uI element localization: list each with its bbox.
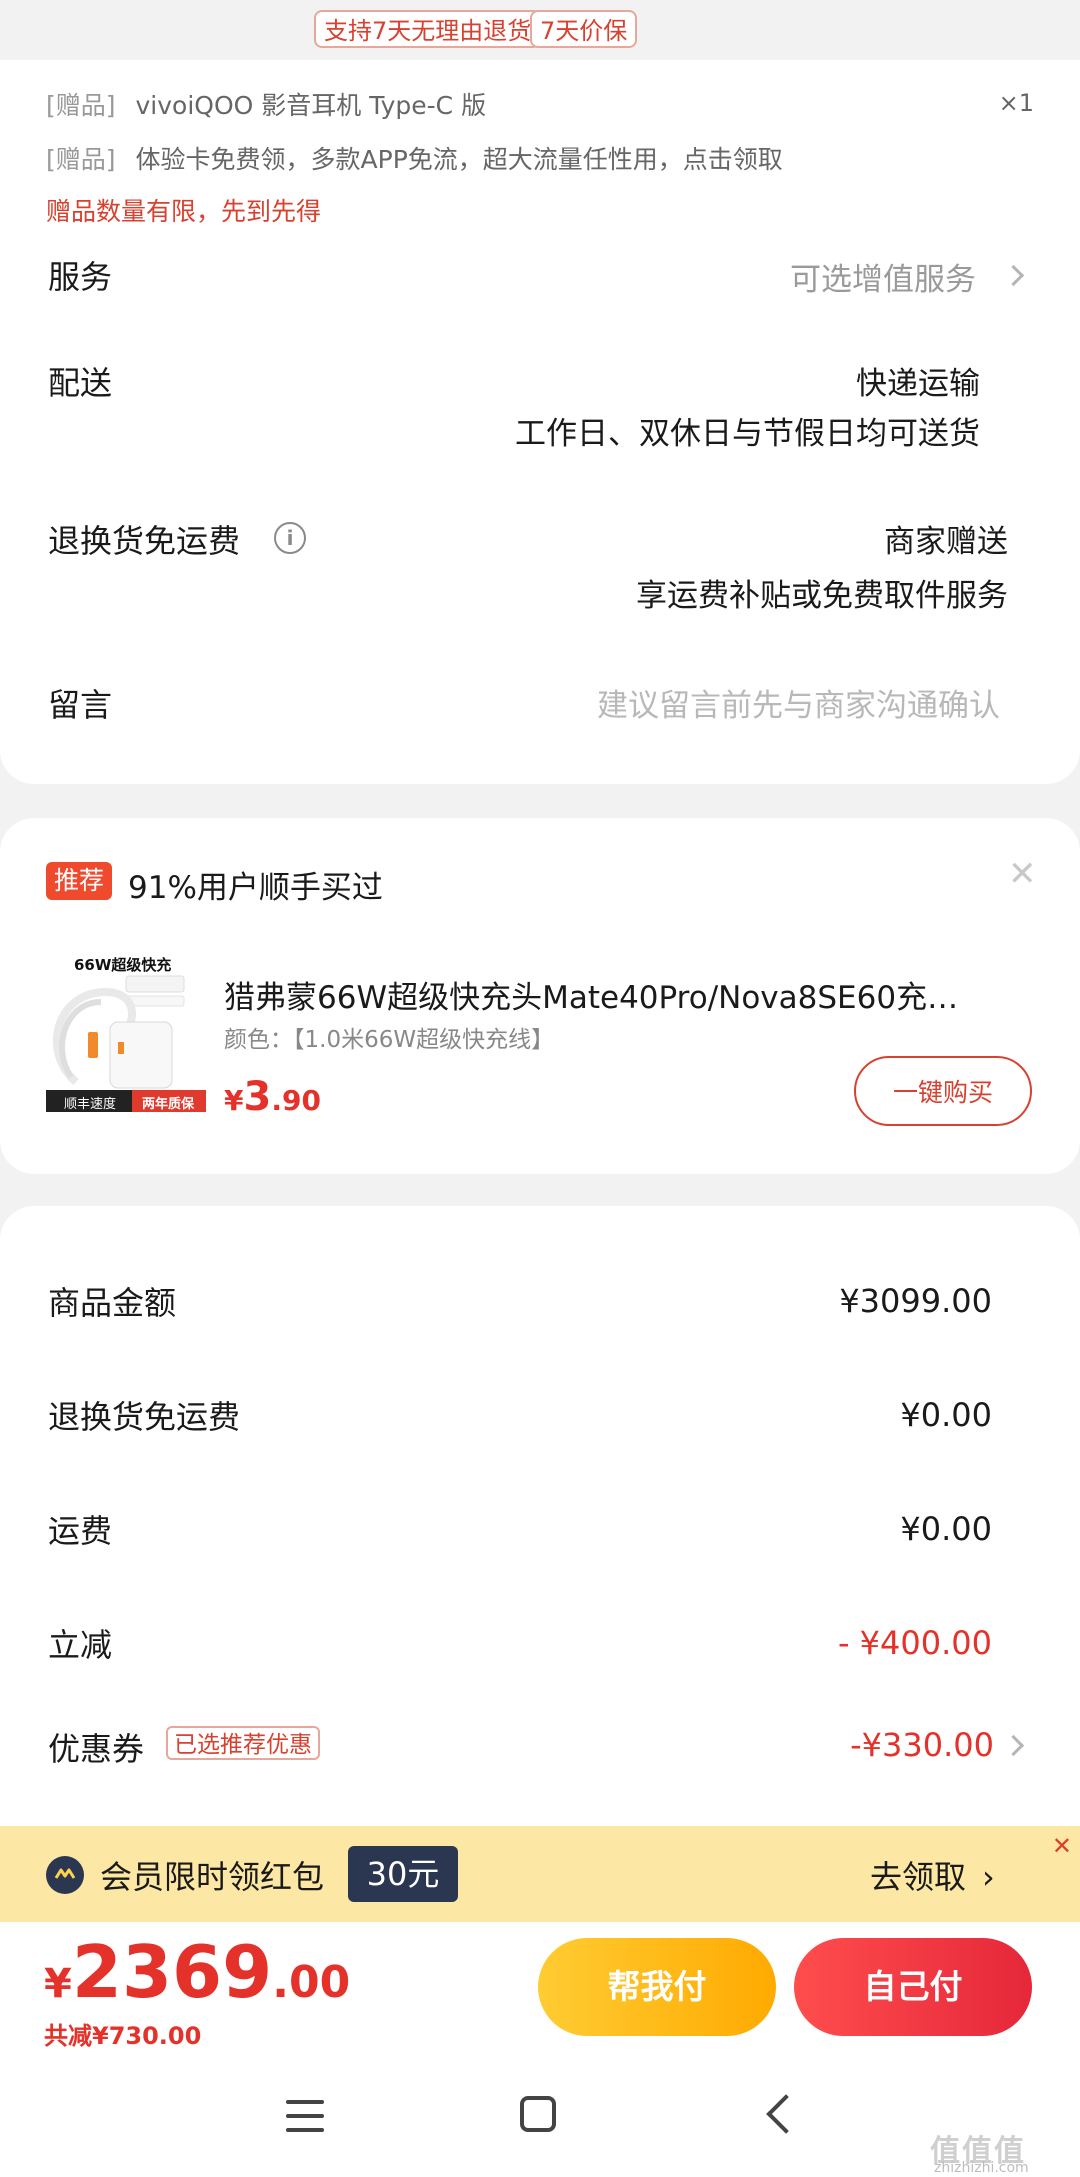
summary-label-discount: 立减 bbox=[48, 1626, 113, 1664]
summary-label-coupon: 优惠券 bbox=[48, 1730, 145, 1768]
charger-image bbox=[46, 975, 206, 1112]
close-icon[interactable]: ✕ bbox=[1052, 1832, 1072, 1860]
summary-label-return-fee: 退换货免运费 bbox=[48, 1398, 241, 1436]
gift-prefix: [赠品] bbox=[46, 145, 116, 174]
coupon-selected-tag: 已选推荐优惠 bbox=[166, 1726, 320, 1760]
summary-label-shipping: 运费 bbox=[48, 1512, 113, 1550]
member-amount-badge: 30元 bbox=[348, 1846, 458, 1902]
return-fee-label: 退换货免运费 bbox=[48, 522, 241, 560]
summary-value-goods: ¥3099.00 bbox=[839, 1282, 992, 1320]
return-fee-detail: 享运费补贴或免费取件服务 bbox=[636, 578, 1008, 614]
return-fee-provider: 商家赠送 bbox=[884, 524, 1008, 560]
member-promo-text: 会员限时领红包 bbox=[100, 1858, 325, 1896]
gift-prefix: [赠品] bbox=[46, 91, 116, 120]
gift-limited-note: 赠品数量有限，先到先得 bbox=[46, 197, 322, 226]
promo-tag-price-protect: 7天价保 bbox=[530, 10, 638, 48]
summary-label-goods: 商品金额 bbox=[48, 1284, 177, 1322]
summary-value-return-fee: ¥0.00 bbox=[900, 1396, 992, 1434]
delivery-label: 配送 bbox=[48, 364, 113, 402]
product-price: ¥3.90 bbox=[224, 1074, 321, 1120]
total-currency: ¥ bbox=[44, 1961, 72, 2007]
recommend-title: 91%用户顺手买过 bbox=[128, 870, 383, 906]
gift-item-earphone[interactable]: [赠品] vivoiQOO 影音耳机 Type-C 版 bbox=[46, 86, 486, 122]
service-label: 服务 bbox=[48, 258, 113, 296]
member-claim-label: 去领取 bbox=[870, 1858, 967, 1896]
summary-value-coupon: -¥330.00 bbox=[850, 1726, 994, 1764]
recommend-badge: 推荐 bbox=[46, 862, 113, 900]
chevron-right-icon: › bbox=[982, 1858, 995, 1896]
info-icon[interactable]: i bbox=[274, 522, 306, 554]
summary-value-shipping: ¥0.00 bbox=[900, 1510, 992, 1548]
home-icon[interactable] bbox=[520, 2096, 556, 2132]
delivery-schedule: 工作日、双休日与节假日均可送货 bbox=[515, 416, 980, 452]
member-claim-link[interactable]: 去领取 › bbox=[870, 1852, 995, 1898]
menu-icon[interactable] bbox=[286, 2100, 324, 2142]
summary-value-discount: - ¥400.00 bbox=[837, 1624, 992, 1662]
gift-quantity: ×1 bbox=[998, 89, 1034, 117]
delivery-method: 快递运输 bbox=[856, 366, 980, 402]
help-me-pay-button[interactable]: 帮我付 bbox=[538, 1938, 776, 2036]
product-thumbnail-tag-left: 顺丰速度 bbox=[64, 1097, 117, 1112]
product-attribute: 颜色：【1.0米66W超级快充线】 bbox=[224, 1027, 555, 1053]
message-input[interactable]: 建议留言前先与商家沟通确认 bbox=[597, 680, 1000, 725]
promo-tag-return: 支持7天无理由退货 bbox=[314, 10, 542, 48]
total-integer: 2369 bbox=[71, 1930, 273, 2014]
product-thumbnail-tag-right: 两年质保 bbox=[142, 1097, 195, 1112]
gift-item-datacard[interactable]: [赠品] 体验卡免费领，多款APP免流，超大流量任性用，点击领取 bbox=[46, 140, 783, 176]
close-icon[interactable]: ✕ bbox=[1008, 854, 1037, 894]
message-label: 留言 bbox=[48, 686, 113, 724]
product-thumbnail[interactable]: 66W超级快充 顺丰速度 两年质保 bbox=[46, 952, 206, 1112]
price-currency: ¥ bbox=[224, 1084, 244, 1117]
pay-myself-button[interactable]: 自己付 bbox=[794, 1938, 1032, 2036]
price-integer: 3 bbox=[243, 1074, 272, 1120]
gift-text: vivoiQOO 影音耳机 Type-C 版 bbox=[135, 91, 487, 120]
service-value: 可选增值服务 bbox=[790, 262, 976, 298]
total-saved: 共减¥730.00 bbox=[44, 2022, 202, 2050]
price-decimal: .90 bbox=[271, 1084, 321, 1117]
member-badge-icon bbox=[46, 1856, 84, 1894]
total-decimal: .00 bbox=[272, 1957, 351, 2008]
one-click-buy-button[interactable]: 一键购买 bbox=[854, 1056, 1032, 1126]
total-price: ¥2369.00 bbox=[44, 1930, 350, 2014]
gift-text: 体验卡免费领，多款APP免流，超大流量任性用，点击领取 bbox=[135, 145, 783, 174]
watermark-url: zhizhizhi.com bbox=[934, 2160, 1029, 2176]
product-name[interactable]: 猎弗蒙66W超级快充头Mate40Pro/Nova8SE60充… bbox=[224, 972, 1016, 1017]
